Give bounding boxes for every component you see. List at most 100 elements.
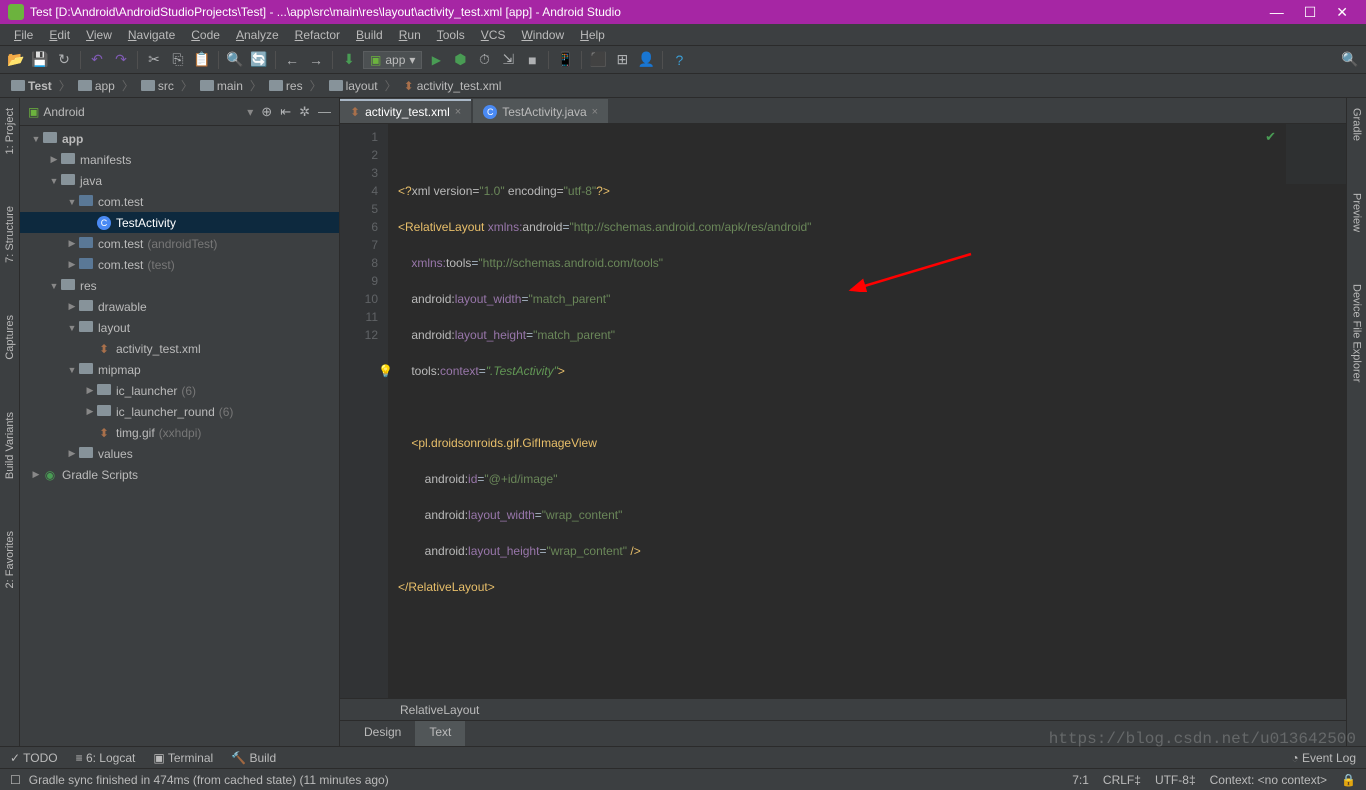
tree-item[interactable]: ▼res [20, 275, 339, 296]
breadcrumb-item[interactable]: layout [326, 78, 381, 94]
menu-view[interactable]: View [80, 26, 118, 44]
menu-navigate[interactable]: Navigate [122, 26, 181, 44]
tool-captures[interactable]: Captures [2, 309, 18, 366]
save-icon[interactable]: 💾 [30, 50, 50, 70]
stop-icon[interactable]: ■ [522, 50, 542, 70]
tool-favorites[interactable]: 2: Favorites [2, 525, 18, 594]
tree-item[interactable]: ▼com.test [20, 191, 339, 212]
tree-item[interactable]: ▶com.test(androidTest) [20, 233, 339, 254]
chevron-down-icon[interactable]: ▾ [247, 105, 253, 119]
editor-tab[interactable]: ⬍activity_test.xml× [340, 99, 471, 123]
close-button[interactable]: ✕ [1336, 4, 1348, 21]
structure-icon[interactable]: ⊞ [612, 50, 632, 70]
copy-icon[interactable]: ⎘ [168, 50, 188, 70]
breadcrumb-item[interactable]: app [75, 78, 118, 94]
help-icon[interactable]: ? [669, 50, 689, 70]
search-everywhere-icon[interactable]: 🔍 [1340, 50, 1360, 70]
minimap[interactable] [1286, 124, 1346, 184]
todo-button[interactable]: ✓ TODO [10, 751, 58, 765]
replace-icon[interactable]: 🔄 [249, 50, 269, 70]
status-icon[interactable]: ☐ [10, 773, 21, 787]
open-icon[interactable]: 📂 [6, 50, 26, 70]
settings-icon[interactable]: ✲ [299, 104, 310, 120]
minimize-button[interactable]: — [1270, 4, 1284, 21]
menu-window[interactable]: Window [515, 26, 570, 44]
status-bar: ☐ Gradle sync finished in 474ms (from ca… [0, 768, 1366, 790]
line-sep[interactable]: CRLF‡ [1103, 773, 1141, 787]
make-icon[interactable]: ⬇ [339, 50, 359, 70]
terminal-button[interactable]: ▣ Terminal [153, 751, 213, 765]
menu-help[interactable]: Help [574, 26, 611, 44]
hide-icon[interactable]: — [318, 104, 331, 119]
tree-item[interactable]: ▼java [20, 170, 339, 191]
profile-icon[interactable]: ⏱ [474, 50, 494, 70]
lightbulb-icon[interactable]: 💡 [378, 362, 393, 380]
avd-icon[interactable]: 📱 [555, 50, 575, 70]
breadcrumb-item[interactable]: main [197, 78, 246, 94]
lock-icon[interactable]: 🔒 [1341, 773, 1356, 787]
tree-item[interactable]: ⬍activity_test.xml [20, 338, 339, 359]
logcat-button[interactable]: ≡ 6: Logcat [76, 751, 136, 765]
tree-item[interactable]: ▼mipmap [20, 359, 339, 380]
context[interactable]: Context: <no context> [1210, 773, 1327, 787]
tree-item[interactable]: ▶com.test(test) [20, 254, 339, 275]
tab-design[interactable]: Design [350, 721, 415, 746]
menu-code[interactable]: Code [185, 26, 226, 44]
tree-item[interactable]: ▶◉Gradle Scripts [20, 464, 339, 485]
tree-item[interactable]: ⬍timg.gif(xxhdpi) [20, 422, 339, 443]
menu-file[interactable]: File [8, 26, 39, 44]
menu-refactor[interactable]: Refactor [289, 26, 346, 44]
forward-icon[interactable]: → [306, 50, 326, 70]
tree-item[interactable]: ▼layout [20, 317, 339, 338]
tool-project[interactable]: 1: Project [2, 102, 18, 160]
tool-preview[interactable]: Preview [1349, 187, 1365, 238]
tree-item[interactable]: ▶ic_launcher_round(6) [20, 401, 339, 422]
redo-icon[interactable]: ↷ [111, 50, 131, 70]
encoding[interactable]: UTF-8‡ [1155, 773, 1196, 787]
back-icon[interactable]: ← [282, 50, 302, 70]
menu-run[interactable]: Run [393, 26, 427, 44]
attach-icon[interactable]: ⇲ [498, 50, 518, 70]
editor-tab[interactable]: CTestActivity.java× [473, 99, 608, 123]
breadcrumb-item[interactable]: res [266, 78, 306, 94]
menu-tools[interactable]: Tools [431, 26, 471, 44]
cut-icon[interactable]: ✂ [144, 50, 164, 70]
maximize-button[interactable]: ☐ [1304, 4, 1317, 21]
target-icon[interactable]: ⊕ [261, 104, 272, 120]
tool-gradle[interactable]: Gradle [1349, 102, 1365, 147]
sync-icon[interactable]: ↻ [54, 50, 74, 70]
code-editor[interactable]: ✔ <?xml version="1.0" encoding="utf-8"?>… [388, 124, 1346, 698]
tree-item[interactable]: ▶values [20, 443, 339, 464]
sdk-icon[interactable]: ⬛ [588, 50, 608, 70]
breadcrumb-item[interactable]: src [138, 78, 177, 94]
undo-icon[interactable]: ↶ [87, 50, 107, 70]
menu-edit[interactable]: Edit [43, 26, 76, 44]
project-tree[interactable]: ▼app▶manifests▼java▼com.testCTestActivit… [20, 126, 339, 746]
tree-item[interactable]: CTestActivity [20, 212, 339, 233]
tool-buildvariants[interactable]: Build Variants [2, 406, 18, 485]
tool-structure[interactable]: 7: Structure [2, 200, 18, 269]
breadcrumb-item[interactable]: Test [8, 78, 55, 94]
menu-vcs[interactable]: VCS [475, 26, 512, 44]
paste-icon[interactable]: 📋 [192, 50, 212, 70]
event-log-button[interactable]: ◔ Event Log [1291, 751, 1356, 765]
run-button[interactable]: ▶ [426, 50, 446, 70]
debug-icon[interactable]: ⬢ [450, 50, 470, 70]
tree-item[interactable]: ▶drawable [20, 296, 339, 317]
close-tab-icon[interactable]: × [592, 106, 598, 118]
tab-text[interactable]: Text [415, 721, 465, 746]
find-icon[interactable]: 🔍 [225, 50, 245, 70]
tool-devicefileexplorer[interactable]: Device File Explorer [1349, 278, 1365, 388]
tree-item[interactable]: ▶ic_launcher(6) [20, 380, 339, 401]
breadcrumb-item[interactable]: ⬍ activity_test.xml [401, 78, 505, 94]
tree-item[interactable]: ▶manifests [20, 149, 339, 170]
layout-icon[interactable]: 👤 [636, 50, 656, 70]
close-tab-icon[interactable]: × [455, 106, 461, 118]
collapse-icon[interactable]: ⇤ [280, 104, 291, 120]
structure-breadcrumb[interactable]: RelativeLayout [340, 698, 1346, 720]
run-config-select[interactable]: ▣ app ▾ [363, 51, 422, 69]
menu-build[interactable]: Build [350, 26, 389, 44]
menu-analyze[interactable]: Analyze [230, 26, 285, 44]
tree-item[interactable]: ▼app [20, 128, 339, 149]
build-button[interactable]: 🔨 Build [231, 751, 276, 765]
